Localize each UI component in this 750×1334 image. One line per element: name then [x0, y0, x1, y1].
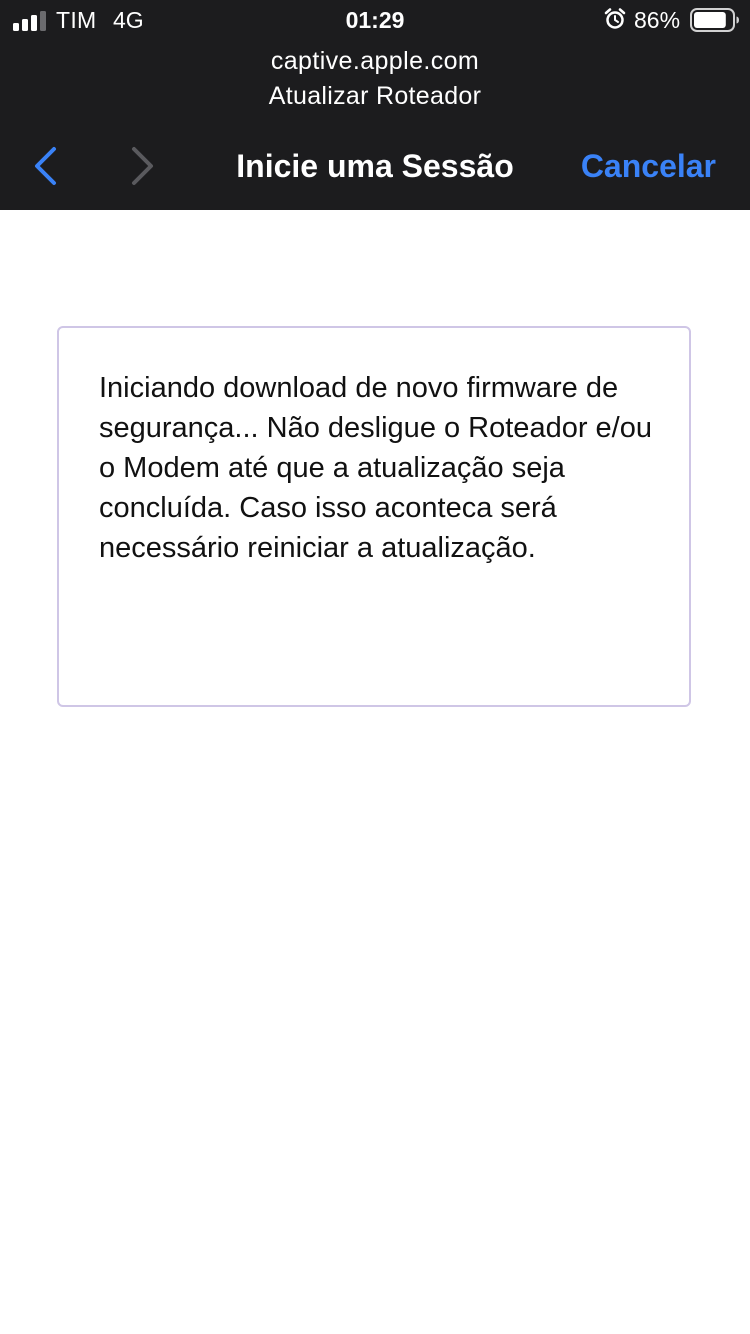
header: TIM 4G 01:29 86% captive.apple.com Atual…	[0, 0, 750, 210]
message-text: Iniciando download de novo firmware de s…	[99, 372, 652, 564]
alarm-icon	[604, 8, 626, 29]
cancel-button[interactable]: Cancelar	[581, 146, 716, 186]
status-bar: TIM 4G 01:29 86%	[0, 0, 750, 40]
message-box: Iniciando download de novo firmware de s…	[57, 326, 691, 707]
battery-percent: 86%	[634, 7, 681, 33]
url-label: captive.apple.com	[270, 47, 480, 75]
page-title: Atualizar Roteador	[268, 82, 482, 110]
battery-icon	[690, 8, 739, 32]
